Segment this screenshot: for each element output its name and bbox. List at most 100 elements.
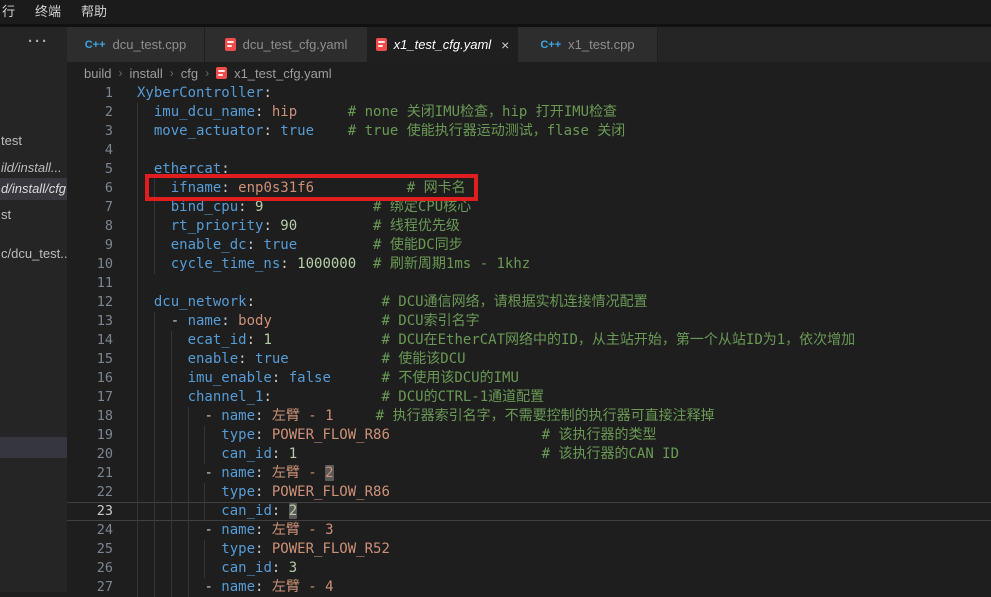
- menu-item-帮助[interactable]: 帮助: [71, 0, 117, 24]
- code-line[interactable]: 27 - name: 左臂 - 4: [67, 578, 991, 597]
- tab-x1_test.cpp[interactable]: C++x1_test.cpp: [518, 27, 658, 62]
- code-line[interactable]: 16 imu_enable: false # 不使用该DCU的IMU: [67, 369, 991, 388]
- code-line[interactable]: 21 - name: 左臂 - 2: [67, 464, 991, 483]
- code-line[interactable]: 19 type: POWER_FLOW_R86 # 该执行器的类型: [67, 426, 991, 445]
- code-token: [297, 446, 541, 462]
- indent-guide: [137, 407, 138, 426]
- indent-guide: [137, 388, 138, 407]
- tab-dcu_test_cfg.yaml[interactable]: dcu_test_cfg.yaml: [205, 27, 368, 62]
- code-token: # 绑定CPU核心: [373, 199, 471, 215]
- code-token: :: [255, 427, 272, 443]
- code-line[interactable]: 25 type: POWER_FLOW_R52: [67, 540, 991, 559]
- code-content: enable_dc: true # 使能DC同步: [137, 236, 991, 255]
- sidebar-item[interactable]: test: [0, 130, 67, 152]
- indent-guide: [171, 559, 172, 578]
- code-token: can_id: [221, 560, 272, 576]
- indent-guide: [171, 578, 172, 597]
- code-line[interactable]: 18 - name: 左臂 - 1 # 执行器索引名字，不需要控制的执行器可直接…: [67, 407, 991, 426]
- sidebar-item[interactable]: st: [0, 204, 67, 226]
- code-token: 1: [289, 446, 297, 462]
- more-actions-icon[interactable]: ···: [28, 33, 49, 50]
- code-line[interactable]: 22 type: POWER_FLOW_R86: [67, 483, 991, 502]
- indent-guide: [137, 464, 138, 483]
- indent-guide: [188, 464, 189, 483]
- code-line[interactable]: 2 imu_dcu_name: hip # none 关闭IMU检查，hip 打…: [67, 103, 991, 122]
- code-content: - name: body # DCU索引名字: [137, 312, 991, 331]
- code-line[interactable]: 8 rt_priority: 90 # 线程优先级: [67, 217, 991, 236]
- sidebar-item[interactable]: ild/install...: [0, 157, 67, 179]
- code-token: [297, 104, 348, 120]
- code-line[interactable]: 24 - name: 左臂 - 3: [67, 521, 991, 540]
- code-token: # DCU通信网络，请根据实机连接情况配置: [381, 294, 647, 310]
- code-token: body: [238, 313, 272, 329]
- chevron-right-icon: ›: [170, 66, 174, 80]
- code-line[interactable]: 4: [67, 141, 991, 160]
- indent-guide: [171, 464, 172, 483]
- code-token: bind_cpu: [171, 199, 238, 215]
- code-token: imu_dcu_name: [154, 104, 255, 120]
- code-content: - name: 左臂 - 3: [137, 521, 991, 540]
- code-line[interactable]: 14 ecat_id: 1 # DCU在EtherCAT网络中的ID，从主站开始…: [67, 331, 991, 350]
- code-token: type: [221, 541, 255, 557]
- code-line[interactable]: 1XyberController:: [67, 84, 991, 103]
- code-line[interactable]: 5 ethercat:: [67, 160, 991, 179]
- indent-guide: [154, 540, 155, 559]
- code-line[interactable]: 10 cycle_time_ns: 1000000 # 刷新周期1ms - 1k…: [67, 255, 991, 274]
- close-icon[interactable]: ×: [501, 37, 509, 53]
- tab-dcu_test.cpp[interactable]: C++dcu_test.cpp: [67, 27, 205, 62]
- indent-guide: [171, 521, 172, 540]
- code-token: :: [272, 503, 289, 519]
- sidebar-empty-selected-row: [0, 437, 67, 458]
- tab-x1_test_cfg.yaml[interactable]: x1_test_cfg.yaml×: [368, 27, 518, 62]
- line-number: 13: [67, 312, 137, 331]
- indent-guide: [154, 369, 155, 388]
- code-token: rt_priority: [171, 218, 264, 234]
- code-token: :: [272, 446, 289, 462]
- code-line[interactable]: 6 ifname: enp0s31f6 # 网卡名: [67, 179, 991, 198]
- code-line[interactable]: 11: [67, 274, 991, 293]
- code-line[interactable]: 20 can_id: 1 # 该执行器的CAN ID: [67, 445, 991, 464]
- code-line[interactable]: 3 move_actuator: true # true 使能执行器运动测试，f…: [67, 122, 991, 141]
- code-token: :: [255, 522, 272, 538]
- breadcrumb-item[interactable]: cfg: [181, 66, 198, 81]
- code-line[interactable]: 9 enable_dc: true # 使能DC同步: [67, 236, 991, 255]
- line-number: 9: [67, 236, 137, 255]
- code-token: :: [263, 85, 271, 101]
- breadcrumb-item[interactable]: build: [84, 66, 111, 81]
- code-line[interactable]: 7 bind_cpu: 9 # 绑定CPU核心: [67, 198, 991, 217]
- code-content: ethercat:: [137, 160, 991, 179]
- code-token: 2: [289, 503, 297, 519]
- code-token: name: [221, 408, 255, 424]
- code-line[interactable]: 23 can_id: 2: [67, 502, 991, 521]
- indent-guide: [204, 540, 205, 559]
- code-line[interactable]: 15 enable: true # 使能该DCU: [67, 350, 991, 369]
- indent-guide: [154, 502, 155, 521]
- line-number: 4: [67, 141, 137, 160]
- code-token: true: [263, 237, 297, 253]
- code-token: [137, 427, 221, 443]
- code-token: # 该执行器的CAN ID: [542, 446, 679, 462]
- breadcrumb-item[interactable]: install: [129, 66, 162, 81]
- indent-guide: [154, 521, 155, 540]
- code-line[interactable]: 17 channel_1: # DCU的CTRL-1通道配置: [67, 388, 991, 407]
- indent-guide: [137, 331, 138, 350]
- code-token: :: [221, 180, 238, 196]
- breadcrumb-file[interactable]: x1_test_cfg.yaml: [234, 66, 332, 81]
- code-line[interactable]: 26 can_id: 3: [67, 559, 991, 578]
- code-token: :: [255, 484, 272, 500]
- indent-guide: [137, 559, 138, 578]
- code-token: hip: [272, 104, 297, 120]
- code-token: [137, 161, 154, 177]
- code-editor: 1XyberController:2 imu_dcu_name: hip # n…: [67, 84, 991, 592]
- menu-item-终端[interactable]: 终端: [25, 0, 71, 24]
- code-line[interactable]: 12 dcu_network: # DCU通信网络，请根据实机连接情况配置: [67, 293, 991, 312]
- code-token: :: [280, 256, 297, 272]
- indent-guide: [154, 559, 155, 578]
- yaml-file-icon: [225, 38, 236, 51]
- sidebar-item[interactable]: c/dcu_test...: [0, 243, 67, 265]
- menu-item-行[interactable]: 行: [0, 0, 25, 24]
- indent-guide: [154, 255, 155, 274]
- code-line[interactable]: 13 - name: body # DCU索引名字: [67, 312, 991, 331]
- sidebar-item[interactable]: d/install/cfg: [0, 178, 67, 200]
- menu-bar-divider: [0, 24, 991, 27]
